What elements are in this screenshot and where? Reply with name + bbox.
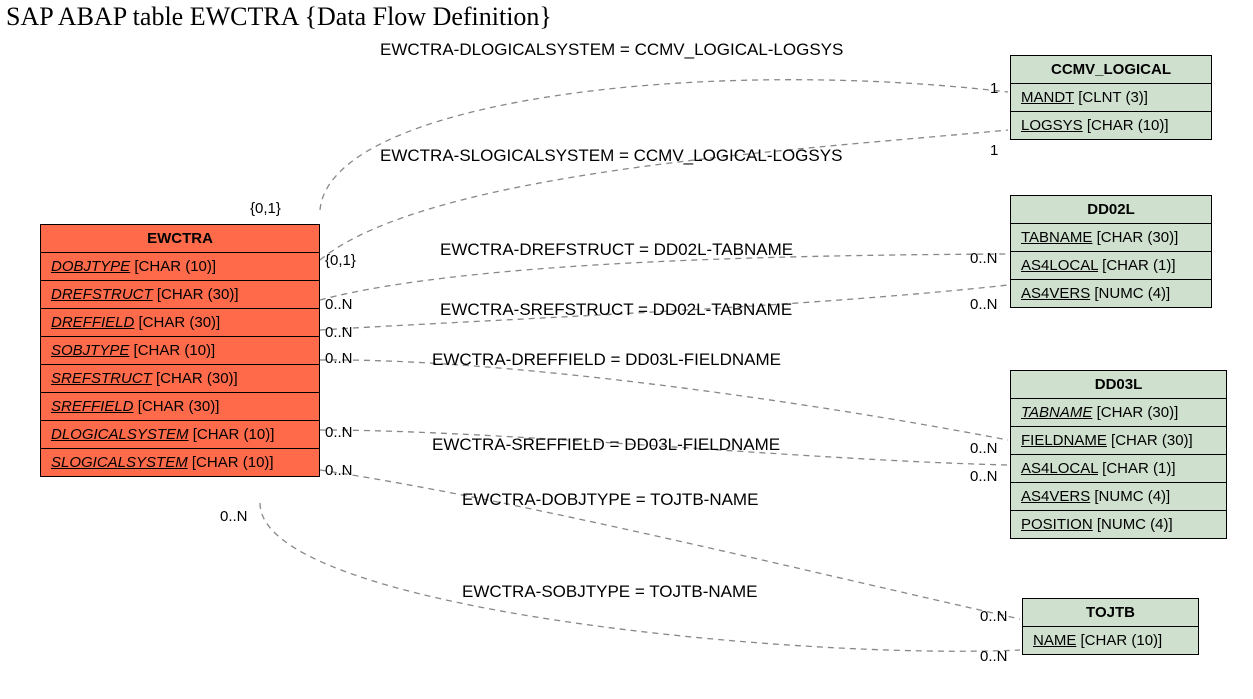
field-type: [CHAR (30)] (1111, 432, 1193, 449)
cardinality: 1 (990, 142, 998, 159)
entity-tojtb-header: TOJTB (1023, 599, 1198, 627)
cardinality: {0,1} (325, 252, 356, 269)
entity-dd02l: DD02L TABNAME [CHAR (30)] AS4LOCAL [CHAR… (1010, 195, 1212, 308)
field-name: AS4VERS (1021, 488, 1090, 505)
relation-label: EWCTRA-SOBJTYPE = TOJTB-NAME (462, 582, 758, 602)
field-name: TABNAME (1021, 229, 1092, 246)
field-name: AS4VERS (1021, 285, 1090, 302)
relation-label: EWCTRA-DREFFIELD = DD03L-FIELDNAME (432, 350, 781, 370)
field-name: DOBJTYPE (51, 258, 130, 275)
field-type: [CHAR (10)] (1087, 117, 1169, 134)
relation-label: EWCTRA-SLOGICALSYSTEM = CCMV_LOGICAL-LOG… (380, 146, 842, 166)
cardinality: 1 (990, 80, 998, 97)
field-type: [CHAR (30)] (138, 398, 220, 415)
field-name: LOGSYS (1021, 117, 1083, 134)
field-type: [CHAR (30)] (139, 314, 221, 331)
cardinality: {0,1} (250, 200, 281, 217)
field-name: SLOGICALSYSTEM (51, 454, 188, 471)
field-type: [NUMC (4)] (1094, 488, 1170, 505)
relation-label: EWCTRA-DLOGICALSYSTEM = CCMV_LOGICAL-LOG… (380, 40, 843, 60)
cardinality: 0..N (325, 296, 353, 313)
field-name: NAME (1033, 632, 1076, 649)
field-type: [CLNT (3)] (1078, 89, 1148, 106)
field-name: SOBJTYPE (51, 342, 129, 359)
cardinality: 0..N (325, 424, 353, 441)
entity-ewctra: EWCTRA DOBJTYPE [CHAR (10)] DREFSTRUCT [… (40, 224, 320, 477)
relation-label: EWCTRA-DREFSTRUCT = DD02L-TABNAME (440, 240, 793, 260)
field-type: [NUMC (4)] (1094, 285, 1170, 302)
cardinality: 0..N (325, 350, 353, 367)
entity-dd03l: DD03L TABNAME [CHAR (30)] FIELDNAME [CHA… (1010, 370, 1227, 539)
cardinality: 0..N (220, 508, 248, 525)
field-name: SREFSTRUCT (51, 370, 152, 387)
field-type: [CHAR (30)] (157, 286, 239, 303)
cardinality: 0..N (980, 608, 1008, 625)
field-name: TABNAME (1021, 404, 1092, 421)
field-name: FIELDNAME (1021, 432, 1107, 449)
field-name: MANDT (1021, 89, 1074, 106)
relation-label: EWCTRA-SREFSTRUCT = DD02L-TABNAME (440, 300, 792, 320)
cardinality: 0..N (980, 648, 1008, 665)
field-type: [CHAR (30)] (156, 370, 238, 387)
relation-label: EWCTRA-DOBJTYPE = TOJTB-NAME (462, 490, 758, 510)
cardinality: 0..N (325, 462, 353, 479)
page-title: SAP ABAP table EWCTRA {Data Flow Definit… (6, 2, 552, 32)
entity-dd03l-header: DD03L (1011, 371, 1226, 399)
field-type: [CHAR (10)] (1081, 632, 1163, 649)
field-type: [CHAR (30)] (1097, 404, 1179, 421)
cardinality: 0..N (970, 440, 998, 457)
field-name: POSITION (1021, 516, 1093, 533)
field-name: AS4LOCAL (1021, 460, 1098, 477)
cardinality: 0..N (970, 296, 998, 313)
field-name: SREFFIELD (51, 398, 134, 415)
field-type: [CHAR (1)] (1102, 460, 1175, 477)
field-type: [CHAR (1)] (1102, 257, 1175, 274)
entity-ewctra-header: EWCTRA (41, 225, 319, 253)
field-type: [CHAR (10)] (134, 342, 216, 359)
cardinality: 0..N (970, 250, 998, 267)
field-name: DLOGICALSYSTEM (51, 426, 189, 443)
field-type: [CHAR (10)] (192, 454, 274, 471)
entity-tojtb: TOJTB NAME [CHAR (10)] (1022, 598, 1199, 655)
field-name: DREFSTRUCT (51, 286, 153, 303)
field-type: [CHAR (30)] (1097, 229, 1179, 246)
field-name: DREFFIELD (51, 314, 134, 331)
field-name: AS4LOCAL (1021, 257, 1098, 274)
entity-ccmv-logical: CCMV_LOGICAL MANDT [CLNT (3)] LOGSYS [CH… (1010, 55, 1212, 140)
field-type: [CHAR (10)] (193, 426, 275, 443)
field-type: [NUMC (4)] (1097, 516, 1173, 533)
entity-ccmv-header: CCMV_LOGICAL (1011, 56, 1211, 84)
cardinality: 0..N (325, 324, 353, 341)
entity-dd02l-header: DD02L (1011, 196, 1211, 224)
relation-label: EWCTRA-SREFFIELD = DD03L-FIELDNAME (432, 435, 780, 455)
field-type: [CHAR (10)] (134, 258, 216, 275)
cardinality: 0..N (970, 468, 998, 485)
